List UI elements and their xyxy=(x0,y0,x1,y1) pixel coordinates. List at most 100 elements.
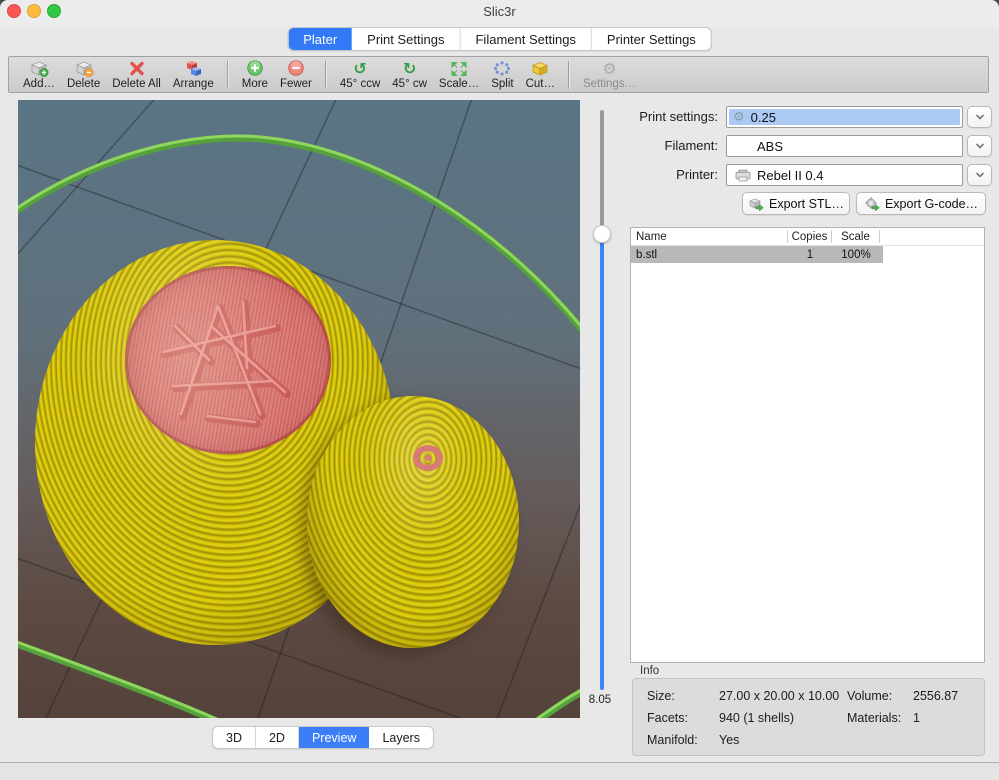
split-label: Split xyxy=(491,78,513,90)
rotate-ccw-icon: ↺ xyxy=(353,60,366,77)
info-section-title: Info xyxy=(640,665,659,677)
add-label: Add… xyxy=(23,78,55,90)
add-box-icon xyxy=(29,60,49,77)
rotate-ccw-button[interactable]: ↺ 45° ccw xyxy=(334,59,386,92)
chevron-down-icon xyxy=(974,170,986,180)
more-label: More xyxy=(242,78,268,90)
cell-name: b.stl xyxy=(631,246,788,263)
preview-3d-canvas[interactable] xyxy=(18,100,580,718)
layer-slider-thumb[interactable] xyxy=(593,225,611,243)
scale-icon xyxy=(450,60,468,77)
layer-slider-track[interactable] xyxy=(600,110,604,690)
toolbar-separator xyxy=(227,61,229,89)
delete-all-icon xyxy=(128,60,146,77)
cell-copies: 1 xyxy=(788,246,832,263)
arrange-label: Arrange xyxy=(173,78,214,90)
toolbar: Add… Delete Delete All Arrange More xyxy=(8,56,989,93)
scale-label: Scale… xyxy=(439,78,479,90)
print-settings-combo[interactable]: ⚙ 0.25 xyxy=(726,106,963,128)
volume-label: Volume: xyxy=(847,689,913,703)
printer-label: Printer: xyxy=(600,167,718,182)
info-box: Size: 27.00 x 20.00 x 10.00 Volume: 2556… xyxy=(632,678,985,756)
main-tab-bar: Plater Print Settings Filament Settings … xyxy=(287,27,712,51)
window-title: Slic3r xyxy=(0,4,999,19)
materials-value: 1 xyxy=(913,711,920,725)
export-stl-label: Export STL… xyxy=(769,197,844,211)
settings-gear-icon: ⚙ xyxy=(602,60,616,77)
app-window: Slic3r Plater Print Settings Filament Se… xyxy=(0,0,999,780)
delete-label: Delete xyxy=(67,78,100,90)
printer-dropdown-button[interactable] xyxy=(967,164,992,186)
fewer-label: Fewer xyxy=(280,78,312,90)
fewer-icon xyxy=(287,59,305,77)
tab-filament-settings[interactable]: Filament Settings xyxy=(460,28,591,50)
print-settings-label: Print settings: xyxy=(600,109,718,124)
column-header-scale[interactable]: Scale xyxy=(832,230,880,243)
filament-dropdown-button[interactable] xyxy=(967,135,992,157)
split-button[interactable]: Split xyxy=(485,59,519,92)
table-row[interactable]: b.stl 1 100% xyxy=(631,246,984,263)
toolbar-separator xyxy=(568,61,570,89)
rotate-cw-icon: ↻ xyxy=(403,60,416,77)
scale-button[interactable]: Scale… xyxy=(433,59,485,92)
column-header-name[interactable]: Name xyxy=(631,230,788,243)
column-header-copies[interactable]: Copies xyxy=(788,230,832,243)
settings-label: Settings… xyxy=(583,78,636,90)
status-bar xyxy=(0,763,999,780)
rotate-ccw-label: 45° ccw xyxy=(340,78,380,90)
view-tab-preview[interactable]: Preview xyxy=(299,727,369,748)
facets-value: 940 (1 shells) xyxy=(719,711,847,725)
delete-box-icon xyxy=(74,60,94,77)
printer-combo[interactable]: Rebel II 0.4 xyxy=(726,164,963,186)
tab-print-settings[interactable]: Print Settings xyxy=(352,28,460,50)
export-gcode-label: Export G-code… xyxy=(885,197,978,211)
cell-scale: 100% xyxy=(832,246,880,263)
size-value: 27.00 x 20.00 x 10.00 xyxy=(719,689,847,703)
small-dome-infill-ring xyxy=(413,445,443,471)
cut-button[interactable]: Cut… xyxy=(520,59,561,92)
export-gcode-icon xyxy=(864,197,880,211)
print-settings-value: 0.25 xyxy=(751,110,776,125)
export-stl-button[interactable]: Export STL… xyxy=(742,192,850,215)
print-settings-selection: ⚙ 0.25 xyxy=(729,109,960,125)
small-dome-shading xyxy=(307,396,519,648)
filament-label: Filament: xyxy=(600,138,718,153)
manifold-value: Yes xyxy=(719,733,847,747)
view-tab-3d[interactable]: 3D xyxy=(213,727,256,748)
volume-value: 2556.87 xyxy=(913,689,958,703)
manifold-label: Manifold: xyxy=(647,733,719,747)
cut-label: Cut… xyxy=(526,78,555,90)
view-mode-tabs: 3D 2D Preview Layers xyxy=(212,726,434,749)
facets-label: Facets: xyxy=(647,711,719,725)
view-tab-2d[interactable]: 2D xyxy=(256,727,299,748)
materials-label: Materials: xyxy=(847,711,913,725)
delete-all-label: Delete All xyxy=(112,78,161,90)
more-button[interactable]: More xyxy=(236,59,274,92)
toolbar-separator xyxy=(325,61,327,89)
size-label: Size: xyxy=(647,689,719,703)
settings-button[interactable]: ⚙ Settings… xyxy=(577,59,642,92)
object-list-header: Name Copies Scale xyxy=(631,228,984,246)
export-gcode-button[interactable]: Export G-code… xyxy=(856,192,986,215)
filament-combo[interactable]: ABS xyxy=(726,135,963,157)
print-settings-dropdown-button[interactable] xyxy=(967,106,992,128)
layer-height-value: 8.05 xyxy=(582,694,618,706)
tab-plater[interactable]: Plater xyxy=(288,28,352,50)
cut-icon xyxy=(530,60,550,77)
fewer-button[interactable]: Fewer xyxy=(274,59,318,92)
filament-value: ABS xyxy=(757,139,783,154)
split-icon xyxy=(493,60,511,77)
delete-button[interactable]: Delete xyxy=(61,59,106,92)
delete-all-button[interactable]: Delete All xyxy=(106,59,167,92)
add-button[interactable]: Add… xyxy=(17,59,61,92)
tab-printer-settings[interactable]: Printer Settings xyxy=(592,28,711,50)
title-bar[interactable]: Slic3r xyxy=(0,0,999,27)
printer-value: Rebel II 0.4 xyxy=(757,168,824,183)
view-tab-layers[interactable]: Layers xyxy=(369,727,433,748)
rotate-cw-button[interactable]: ↻ 45° cw xyxy=(386,59,433,92)
object-list[interactable]: Name Copies Scale b.stl 1 100% xyxy=(630,227,985,663)
printer-icon xyxy=(735,169,751,182)
chevron-down-icon xyxy=(974,141,986,151)
arrange-button[interactable]: Arrange xyxy=(167,59,220,92)
gear-icon: ⚙ xyxy=(733,111,745,124)
